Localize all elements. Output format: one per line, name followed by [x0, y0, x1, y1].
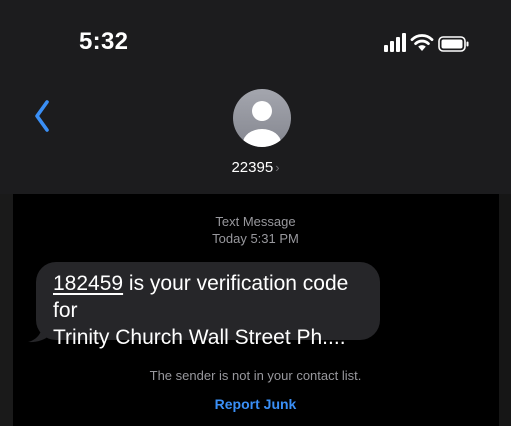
verification-code-link[interactable]: 182459 — [53, 272, 123, 295]
sender-notice: The sender is not in your contact list. — [149, 368, 362, 383]
message-type-label: Text Message — [215, 214, 296, 229]
status-time: 5:32 — [79, 28, 129, 55]
message-line-2: Trinity Church Wall Street Ph.... — [53, 326, 346, 349]
battery-icon — [438, 36, 469, 52]
message-timestamp: Today 5:31 PM — [212, 231, 299, 246]
back-chevron-icon[interactable] — [30, 96, 54, 136]
message-line-1: 182459 is your verification code for — [53, 270, 364, 324]
signal-icon — [384, 33, 406, 52]
contact-name-row[interactable]: 22395 › — [0, 159, 511, 176]
message-meta: Text Message Today 5:31 PM — [0, 213, 511, 247]
message-bubble[interactable]: 182459 is your verification code for Tri… — [36, 262, 380, 349]
report-junk-link[interactable]: Report Junk — [0, 396, 511, 412]
wifi-icon — [410, 34, 434, 51]
contact-chevron-icon: › — [275, 160, 280, 175]
contact-name: 22395 — [231, 159, 274, 176]
status-icons — [384, 32, 484, 56]
contact-avatar[interactable] — [233, 89, 291, 147]
